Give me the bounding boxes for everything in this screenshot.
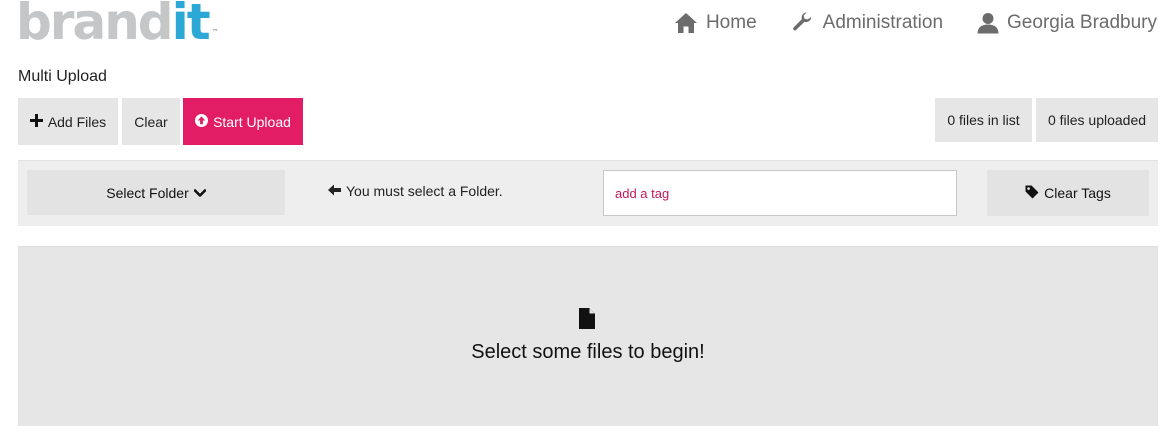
page-title: Multi Upload (18, 68, 107, 85)
upload-circle-icon (195, 113, 213, 130)
logo-it-text: it (171, 0, 211, 51)
nav-home[interactable]: Home (674, 12, 757, 34)
clear-label: Clear (134, 113, 168, 130)
tag-input[interactable] (603, 170, 957, 216)
folder-tag-bar: Select Folder You must select a Folder. (18, 160, 1158, 226)
nav-user-menu[interactable]: Georgia Bradbury (977, 12, 1157, 34)
chevron-down-icon (189, 185, 207, 201)
clear-tags-label: Clear Tags (1044, 185, 1111, 201)
logo-brand-text: brand (16, 0, 174, 51)
file-icon (579, 308, 595, 334)
nav-home-label: Home (705, 12, 757, 33)
files-uploaded-counter: 0 files uploaded (1036, 98, 1158, 142)
multi-upload-page: brandit ™ Home Administration Georgia Br… (0, 0, 1175, 435)
file-dropzone[interactable]: Select some files to begin! (18, 246, 1158, 426)
plus-icon (29, 113, 48, 130)
top-navigation: Home Administration Georgia Bradbury (674, 12, 1157, 34)
logo-trademark: ™ (211, 28, 219, 36)
arrow-left-icon (328, 183, 341, 199)
user-icon (977, 12, 999, 34)
wrench-icon (791, 12, 815, 34)
nav-user-label: Georgia Bradbury (1007, 12, 1157, 33)
start-upload-button[interactable]: Start Upload (183, 98, 303, 145)
select-folder-dropdown[interactable]: Select Folder (27, 170, 285, 215)
files-in-list-counter: 0 files in list (935, 98, 1032, 142)
add-files-label: Add Files (47, 113, 107, 130)
add-files-button[interactable]: Add Files (18, 98, 118, 145)
home-icon (674, 12, 698, 34)
start-upload-label: Start Upload (213, 113, 291, 130)
brandit-logo[interactable]: brandit ™ (16, 0, 219, 51)
dropzone-message: Select some files to begin! (471, 341, 705, 363)
clear-tags-button[interactable]: Clear Tags (987, 170, 1149, 216)
folder-required-hint: You must select a Folder. (328, 183, 503, 199)
clear-button[interactable]: Clear (122, 98, 180, 145)
select-folder-label: Select Folder (106, 184, 189, 201)
nav-administration-label: Administration (822, 12, 944, 33)
nav-administration[interactable]: Administration (791, 12, 943, 34)
tag-icon (1025, 185, 1044, 202)
folder-hint-text: You must select a Folder. (346, 183, 503, 199)
